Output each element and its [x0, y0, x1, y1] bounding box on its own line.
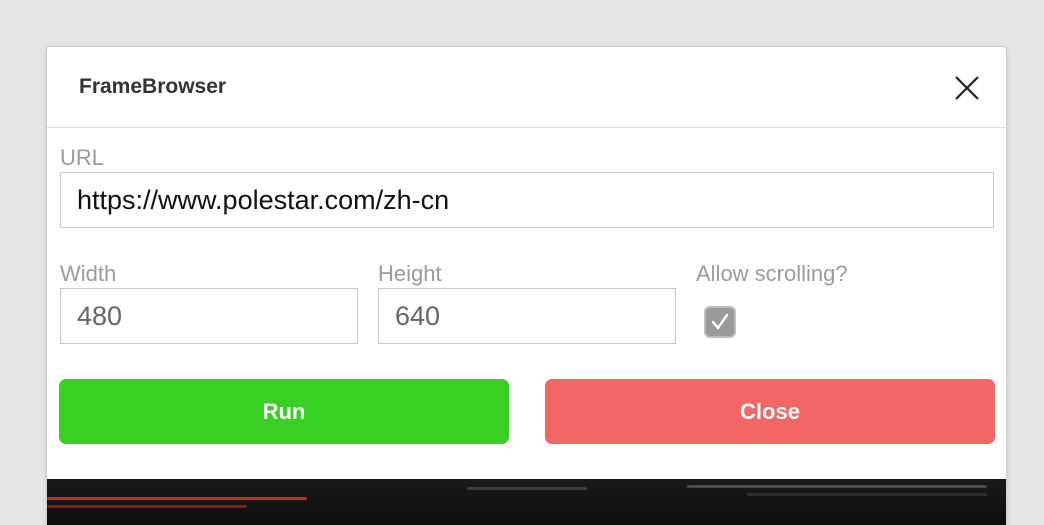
light-streak	[47, 497, 307, 500]
height-label: Height	[378, 261, 442, 286]
light-streak	[47, 505, 247, 508]
close-button[interactable]: Close	[545, 379, 995, 444]
close-icon[interactable]	[953, 74, 981, 102]
dialog-header: FrameBrowser	[47, 47, 1006, 128]
light-streak	[687, 485, 987, 488]
light-streak	[747, 493, 987, 496]
url-input[interactable]	[60, 172, 994, 228]
url-label: URL	[60, 145, 105, 170]
allow-scrolling-label: Allow scrolling?	[696, 261, 848, 286]
run-button[interactable]: Run	[59, 379, 509, 444]
allow-scrolling-checkbox[interactable]	[704, 306, 736, 338]
light-streak	[467, 487, 587, 490]
framebrowser-dialog: FrameBrowser URL Width Height Allow scro…	[46, 46, 1007, 525]
frame-preview	[47, 479, 1006, 525]
width-input[interactable]	[60, 288, 358, 344]
dialog-title: FrameBrowser	[79, 75, 227, 98]
width-label: Width	[60, 261, 117, 286]
height-input[interactable]	[378, 288, 676, 344]
checkmark-icon	[711, 313, 729, 330]
